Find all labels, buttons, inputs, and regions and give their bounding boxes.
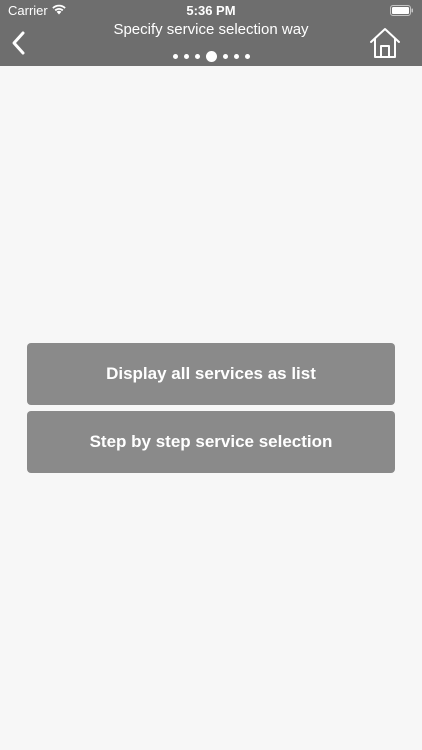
header: Carrier 5:36 PM Specify service selectio… [0, 0, 422, 66]
step-by-step-selection-label: Step by step service selection [89, 432, 333, 451]
clock-time: 5:36 PM [186, 3, 236, 18]
page-dot [244, 54, 250, 60]
display-all-services-label: Display all services as list [106, 364, 316, 383]
page-dot [222, 54, 228, 60]
page-dot [172, 54, 178, 60]
step-by-step-selection-button[interactable]: Step by step service selection [27, 411, 395, 473]
page-dot [194, 54, 200, 60]
display-all-services-button[interactable]: Display all services as list [27, 343, 395, 405]
page-indicator [0, 48, 422, 63]
status-bar: Carrier 5:36 PM [0, 0, 422, 22]
page-dot-active [205, 51, 217, 63]
page-dot [233, 54, 239, 60]
page-dot [183, 54, 189, 60]
page-title: Specify service selection way [113, 21, 309, 38]
battery-icon [390, 5, 413, 16]
